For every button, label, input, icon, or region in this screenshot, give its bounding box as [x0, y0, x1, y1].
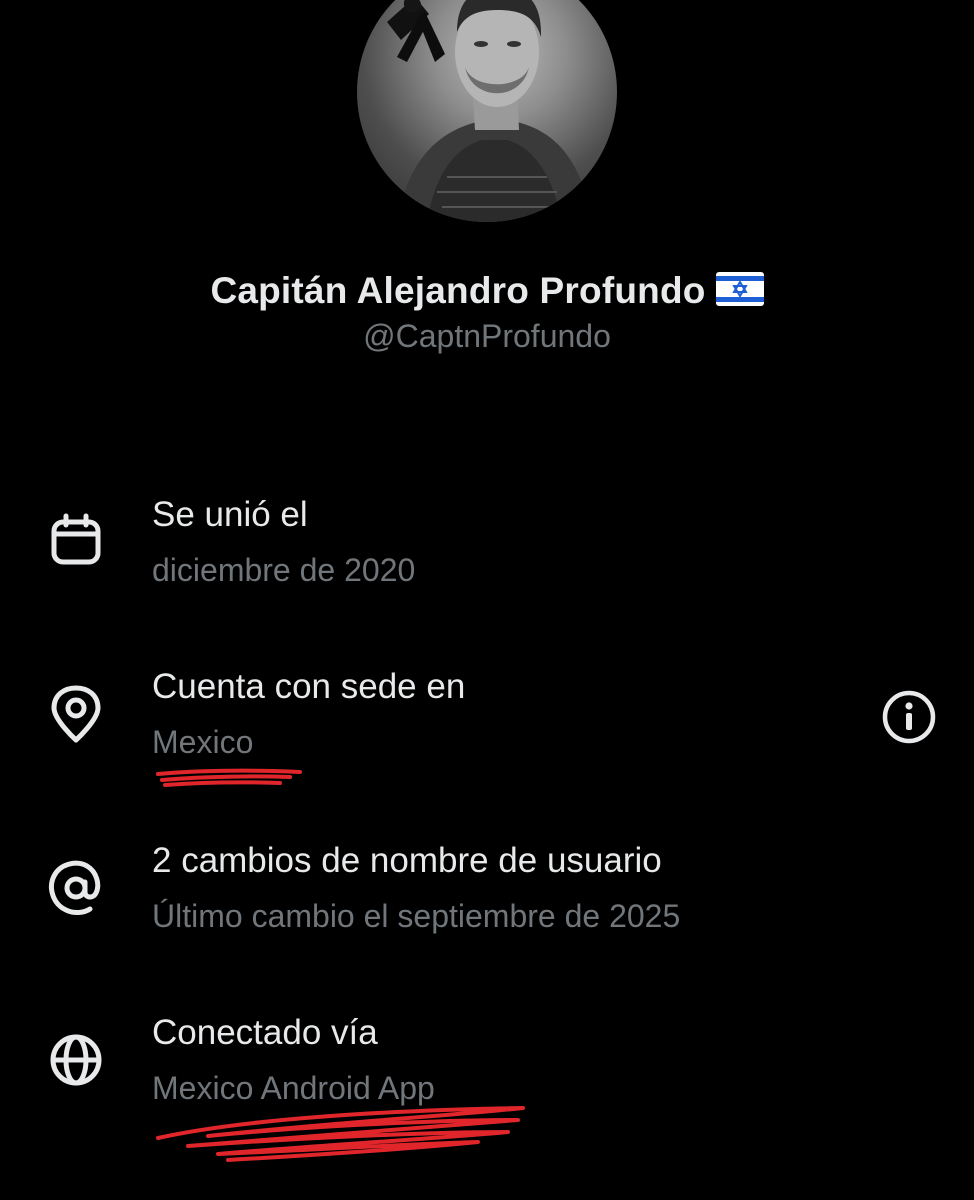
globe-icon: [46, 1030, 106, 1090]
info-icon[interactable]: [880, 688, 938, 746]
about-row-username-changes: 2 cambios de nombre de usuario Último ca…: [0, 836, 974, 956]
username-changes-detail: Último cambio el septiembre de 2025: [152, 898, 681, 934]
username-changes-title: 2 cambios de nombre de usuario: [152, 841, 662, 880]
username-handle: @CaptnProfundo: [363, 318, 611, 354]
profile-name: Capitán Alejandro Profundo: [0, 270, 974, 315]
profile-photo: [387, 0, 592, 222]
display-name: Capitán Alejandro Profundo: [210, 270, 706, 311]
joined-title: Se unió el: [152, 495, 308, 534]
israel-flag-icon: [715, 272, 764, 315]
about-row-joined: Se unió el diciembre de 2020: [0, 490, 974, 610]
calendar-icon: [46, 512, 106, 572]
connected-value: Mexico Android App: [152, 1070, 435, 1106]
about-row-location: Cuenta con sede en Mexico: [0, 662, 974, 782]
location-pin-icon: [46, 684, 106, 744]
about-row-connected: Conectado vía Mexico Android App: [0, 1008, 974, 1128]
avatar[interactable]: [357, 0, 617, 222]
location-value: Mexico: [152, 724, 254, 760]
joined-date: diciembre de 2020: [152, 552, 416, 588]
location-title: Cuenta con sede en: [152, 667, 466, 706]
at-sign-icon: [46, 858, 106, 918]
connected-title: Conectado vía: [152, 1013, 378, 1052]
